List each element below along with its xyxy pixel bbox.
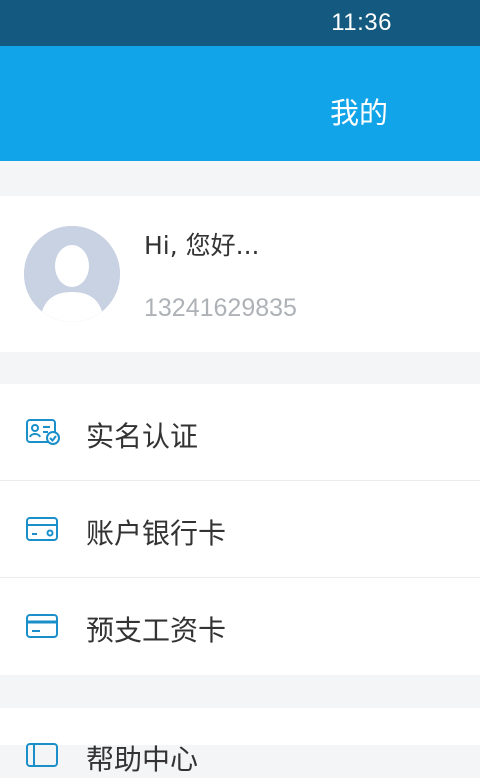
id-verify-icon: [26, 418, 60, 446]
menu-item-salary-card[interactable]: 预支工资卡: [0, 578, 480, 674]
salary-card-icon: [26, 612, 60, 640]
status-bar: 11:36: [0, 0, 480, 46]
menu-item-label: 账户银行卡: [86, 517, 227, 550]
menu-item-bank-card[interactable]: 账户银行卡: [0, 481, 480, 578]
bank-card-icon: [26, 515, 60, 543]
menu-item-label: 帮助中心: [86, 743, 199, 776]
status-time: 11:36: [331, 9, 392, 36]
title-bar: 我的: [0, 46, 480, 161]
menu-item-label: 实名认证: [86, 420, 199, 453]
menu-item-id-verify[interactable]: 实名认证: [0, 384, 480, 481]
page-title: 我的: [330, 96, 389, 130]
phone-number: 13241629835: [144, 294, 297, 322]
menu-item-help[interactable]: 帮助中心: [0, 708, 480, 776]
user-avatar-icon[interactable]: [24, 226, 120, 322]
profile-card[interactable]: Hi, 您好... 13241629835: [0, 196, 480, 352]
help-icon: [26, 741, 60, 769]
menu-group-help: 帮助中心: [0, 708, 480, 776]
menu-item-label: 预支工资卡: [86, 614, 227, 647]
greeting-text: Hi, 您好...: [144, 231, 260, 260]
menu-group-account: 实名认证 账户银行卡 预支工资卡: [0, 384, 480, 675]
